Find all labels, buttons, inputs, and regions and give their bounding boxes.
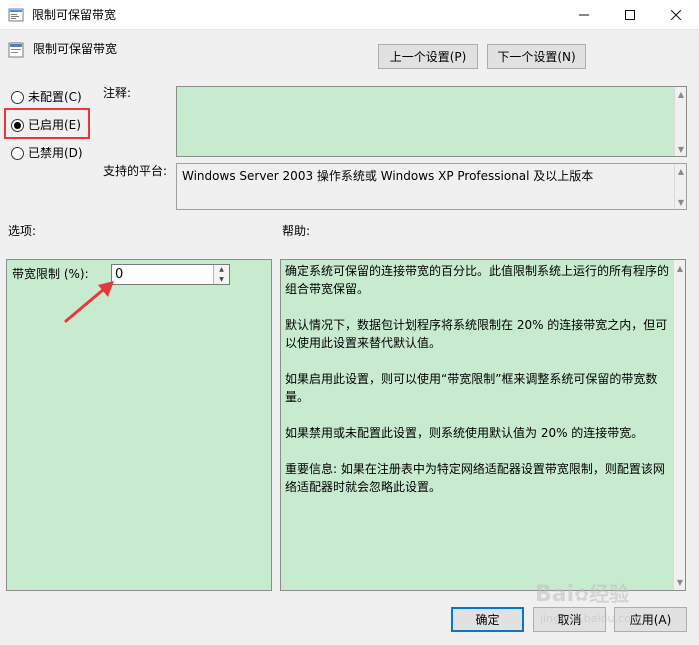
spinner-buttons: ▲ ▼ <box>213 265 229 284</box>
radio-label: 已启用(E) <box>28 118 81 132</box>
window-title: 限制可保留带宽 <box>32 8 117 22</box>
help-paragraph: 重要信息: 如果在注册表中为特定网络适配器设置带宽限制，则配置该网络适配器时就会… <box>285 462 665 494</box>
help-paragraph: 确定系统可保留的连接带宽的百分比。此值限制系统上运行的所有程序的组合带宽保留。 <box>285 264 670 296</box>
annotation-arrow-icon <box>64 281 114 323</box>
paw-icon: ✿ <box>574 585 590 606</box>
platform-box: Windows Server 2003 操作系统或 Windows XP Pro… <box>176 163 687 210</box>
platform-scrollbar[interactable]: ▲ ▼ <box>674 164 686 209</box>
radio-disabled[interactable]: 已禁用(D) <box>11 144 83 162</box>
scroll-down-icon[interactable]: ▼ <box>675 577 685 587</box>
ok-button[interactable]: 确定 <box>451 607 524 632</box>
watermark-brand: Bai✿经验 <box>535 578 629 607</box>
radio-button[interactable] <box>11 146 24 160</box>
radio-button[interactable] <box>11 90 24 104</box>
policy-settings-icon <box>8 8 24 22</box>
platform-label: 支持的平台: <box>103 164 168 178</box>
help-text: 确定系统可保留的连接带宽的百分比。此值限制系统上运行的所有程序的组合带宽保留。 … <box>285 262 669 514</box>
maximize-icon <box>625 10 635 20</box>
comment-scrollbar[interactable]: ▲ ▼ <box>674 87 686 156</box>
help-scrollbar[interactable]: ▲ ▼ <box>673 260 685 590</box>
scroll-down-icon[interactable]: ▼ <box>676 144 686 154</box>
setting-icon <box>8 42 24 58</box>
maximize-button[interactable] <box>607 0 653 30</box>
help-paragraph: 如果启用此设置，则可以使用“带宽限制”框来调整系统可保留的带宽数量。 <box>285 372 658 404</box>
comment-label: 注释: <box>103 86 132 100</box>
bandwidth-limit-spinner[interactable]: 0 ▲ ▼ <box>111 264 230 285</box>
help-paragraph: 如果禁用或未配置此设置，则系统使用默认值为 20% 的连接带宽。 <box>285 426 644 440</box>
help-label: 帮助: <box>282 224 311 238</box>
scroll-down-icon[interactable]: ▼ <box>676 197 686 207</box>
next-setting-button[interactable]: 下一个设置(N) <box>487 44 586 69</box>
help-paragraph: 默认情况下，数据包计划程序将系统限制在 20% 的连接带宽之内，但可以使用此设置… <box>285 318 668 350</box>
close-button[interactable] <box>653 0 699 30</box>
watermark-brand2-text: 经验 <box>589 582 630 606</box>
scroll-up-icon[interactable]: ▲ <box>676 166 686 176</box>
radio-label: 未配置(C) <box>28 90 82 104</box>
watermark-url: jingyan.baidu.com <box>540 612 642 625</box>
radio-enabled[interactable]: 已启用(E) <box>11 116 81 134</box>
spin-down-icon[interactable]: ▼ <box>214 274 229 284</box>
scroll-up-icon[interactable]: ▲ <box>676 89 686 99</box>
setting-name: 限制可保留带宽 <box>33 42 118 56</box>
comment-textarea[interactable]: ▲ ▼ <box>176 86 687 157</box>
close-icon <box>671 10 681 20</box>
scroll-up-icon[interactable]: ▲ <box>675 263 685 273</box>
radio-button-selected[interactable] <box>11 118 24 132</box>
radio-label: 已禁用(D) <box>28 146 83 160</box>
watermark-brand-text: Bai <box>535 582 575 607</box>
minimize-button[interactable] <box>561 0 607 30</box>
options-pane: 带宽限制 (%): 0 ▲ ▼ <box>6 259 272 591</box>
help-pane: 确定系统可保留的连接带宽的百分比。此值限制系统上运行的所有程序的组合带宽保留。 … <box>280 259 686 591</box>
previous-setting-button[interactable]: 上一个设置(P) <box>378 44 478 69</box>
radio-not-configured[interactable]: 未配置(C) <box>11 88 82 106</box>
options-label: 选项: <box>8 224 37 238</box>
platform-text: Windows Server 2003 操作系统或 Windows XP Pro… <box>182 169 594 183</box>
minimize-icon <box>579 14 589 16</box>
